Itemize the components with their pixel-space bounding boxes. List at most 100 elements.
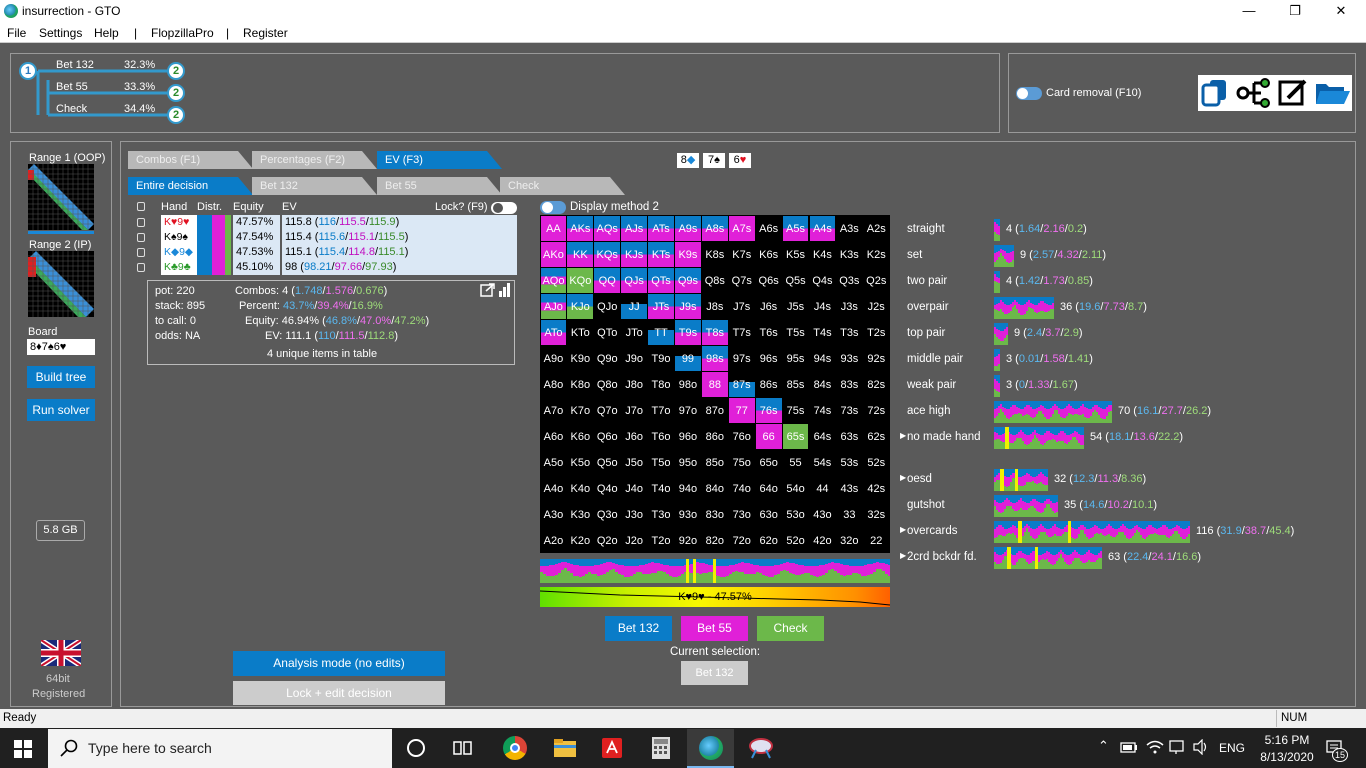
hand-cell-97s[interactable]: 97s — [729, 346, 755, 371]
hand-cell-K5o[interactable]: K5o — [567, 450, 593, 475]
menu-flopzillapro[interactable]: FlopzillaPro — [151, 26, 214, 40]
hand-table-row[interactable]: K♥9♥ 47.57% 115.8 (116/115.5/115.9) — [137, 215, 517, 230]
lock-icon[interactable] — [137, 248, 145, 257]
hand-cell-75s[interactable]: 75s — [783, 398, 809, 423]
edit-icon[interactable] — [1278, 78, 1308, 108]
hand-cell-33[interactable]: 33 — [836, 502, 862, 527]
hand-cell-A7s[interactable]: A7s — [728, 215, 755, 241]
hand-cell-54s[interactable]: 54s — [810, 450, 836, 475]
hand-cell-J8s[interactable]: J8s — [702, 294, 728, 319]
hand-cell-54o[interactable]: 54o — [783, 476, 809, 501]
lock-icon[interactable] — [137, 233, 145, 242]
check-action-button[interactable]: Check — [757, 616, 824, 641]
hand-cell-86o[interactable]: 86o — [702, 424, 728, 449]
hand-cell-J6s[interactable]: J6s — [756, 294, 782, 319]
windows-start-icon[interactable] — [14, 740, 32, 758]
chevron-up-icon[interactable]: ⌃ — [1098, 738, 1109, 754]
hand-cell-Q5o[interactable]: Q5o — [594, 450, 620, 475]
tree-structure-icon[interactable] — [1236, 78, 1272, 108]
hand-cell-AKs[interactable]: AKs — [567, 215, 594, 241]
hand-cell-Q5s[interactable]: Q5s — [783, 268, 809, 293]
pdf-reader-icon[interactable] — [600, 737, 624, 759]
lock-icon[interactable] — [137, 218, 145, 227]
hand-cell-22[interactable]: 22 — [863, 528, 889, 553]
hand-cell-63o[interactable]: 63o — [756, 502, 782, 527]
bet132-action-button[interactable]: Bet 132 — [605, 616, 672, 641]
hand-cell-88[interactable]: 88 — [701, 371, 728, 397]
hand-cell-T6s[interactable]: T6s — [756, 320, 782, 345]
hand-cell-84s[interactable]: 84s — [810, 372, 836, 397]
hand-cell-95o[interactable]: 95o — [675, 450, 701, 475]
hand-cell-J5o[interactable]: J5o — [621, 450, 647, 475]
lock-icon[interactable] — [137, 202, 145, 211]
hand-cell-94s[interactable]: 94s — [810, 346, 836, 371]
hand-table-row[interactable]: K♠9♠ 47.54% 115.4 (115.6/115.1/115.5) — [137, 230, 517, 245]
hand-cell-98o[interactable]: 98o — [675, 372, 701, 397]
menu-settings[interactable]: Settings — [39, 26, 82, 40]
tree-node-bet55[interactable]: 2 — [167, 84, 185, 102]
hand-cell-A2s[interactable]: A2s — [863, 216, 889, 241]
hand-cell-T8o[interactable]: T8o — [648, 372, 674, 397]
hand-cell-74s[interactable]: 74s — [810, 398, 836, 423]
hand-cell-T5s[interactable]: T5s — [783, 320, 809, 345]
hand-cell-93s[interactable]: 93s — [836, 346, 862, 371]
hand-cell-Q3o[interactable]: Q3o — [594, 502, 620, 527]
hand-cell-QTs[interactable]: QTs — [648, 267, 674, 293]
hand-cell-83o[interactable]: 83o — [702, 502, 728, 527]
hand-cell-AKo[interactable]: AKo — [540, 241, 567, 267]
hand-cell-62s[interactable]: 62s — [863, 424, 889, 449]
hand-cell-65o[interactable]: 65o — [756, 450, 782, 475]
hand-cell-32s[interactable]: 32s — [863, 502, 889, 527]
hand-cell-K3o[interactable]: K3o — [567, 502, 593, 527]
category-row-overpair[interactable]: overpair 36 (19.6/7.73/8.7) — [900, 297, 1340, 319]
category-row-weak-pair[interactable]: weak pair 3 (0/1.33/1.67) — [900, 375, 1340, 397]
hand-cell-87s[interactable]: 87s — [728, 371, 755, 397]
hand-cell-A5o[interactable]: A5o — [541, 450, 567, 475]
hand-cell-KTo[interactable]: KTo — [567, 320, 593, 345]
hand-cell-Q9o[interactable]: Q9o — [594, 346, 620, 371]
hand-cell-A8o[interactable]: A8o — [541, 372, 567, 397]
hand-cell-A3o[interactable]: A3o — [541, 502, 567, 527]
hand-cell-64o[interactable]: 64o — [756, 476, 782, 501]
hand-cell-K7s[interactable]: K7s — [729, 242, 755, 267]
hand-cell-K2s[interactable]: K2s — [863, 242, 889, 267]
hand-cell-JTs[interactable]: JTs — [648, 293, 674, 319]
hand-cell-QTo[interactable]: QTo — [594, 320, 620, 345]
hand-cell-Q3s[interactable]: Q3s — [836, 268, 862, 293]
hand-cell-J6o[interactable]: J6o — [621, 424, 647, 449]
hand-cell-JTo[interactable]: JTo — [621, 320, 647, 345]
category-row-top-pair[interactable]: top pair 9 (2.4/3.7/2.9) — [900, 323, 1340, 345]
hand-cell-53o[interactable]: 53o — [783, 502, 809, 527]
hand-cell-JJ[interactable]: JJ — [621, 293, 648, 319]
hand-cell-AA[interactable]: AA — [540, 215, 567, 241]
hand-cell-J3o[interactable]: J3o — [621, 502, 647, 527]
hand-cell-82o[interactable]: 82o — [702, 528, 728, 553]
hand-cell-KK[interactable]: KK — [567, 241, 594, 267]
expand-arrow-icon[interactable]: ▶ — [900, 473, 906, 482]
hand-cell-J4o[interactable]: J4o — [621, 476, 647, 501]
hand-cell-K2o[interactable]: K2o — [567, 528, 593, 553]
hand-cell-96s[interactable]: 96s — [756, 346, 782, 371]
category-row-middle-pair[interactable]: middle pair 3 (0.01/1.58/1.41) — [900, 349, 1340, 371]
expand-arrow-icon[interactable]: ▶ — [900, 525, 906, 534]
hand-cell-62o[interactable]: 62o — [756, 528, 782, 553]
hand-cell-T4o[interactable]: T4o — [648, 476, 674, 501]
hand-cell-J2s[interactable]: J2s — [863, 294, 889, 319]
hand-cell-52s[interactable]: 52s — [863, 450, 889, 475]
hand-cell-75o[interactable]: 75o — [729, 450, 755, 475]
hand-cell-TT[interactable]: TT — [648, 319, 674, 345]
hand-cell-Q2s[interactable]: Q2s — [863, 268, 889, 293]
hand-cell-Q4o[interactable]: Q4o — [594, 476, 620, 501]
hand-cell-T4s[interactable]: T4s — [810, 320, 836, 345]
hand-cell-Q7o[interactable]: Q7o — [594, 398, 620, 423]
hand-cell-Q4s[interactable]: Q4s — [810, 268, 836, 293]
hand-cell-Q6s[interactable]: Q6s — [756, 268, 782, 293]
hand-cell-ATs[interactable]: ATs — [648, 215, 674, 241]
hand-cell-93o[interactable]: 93o — [675, 502, 701, 527]
hand-cell-T9s[interactable]: T9s — [675, 319, 701, 345]
category-row-gutshot[interactable]: gutshot 35 (14.6/10.2/10.1) — [900, 495, 1340, 517]
tab-ev[interactable]: EV (F3) — [377, 151, 502, 169]
hand-cell-J4s[interactable]: J4s — [810, 294, 836, 319]
hand-cell-A9s[interactable]: A9s — [675, 215, 701, 241]
hand-cell-55[interactable]: 55 — [783, 450, 809, 475]
